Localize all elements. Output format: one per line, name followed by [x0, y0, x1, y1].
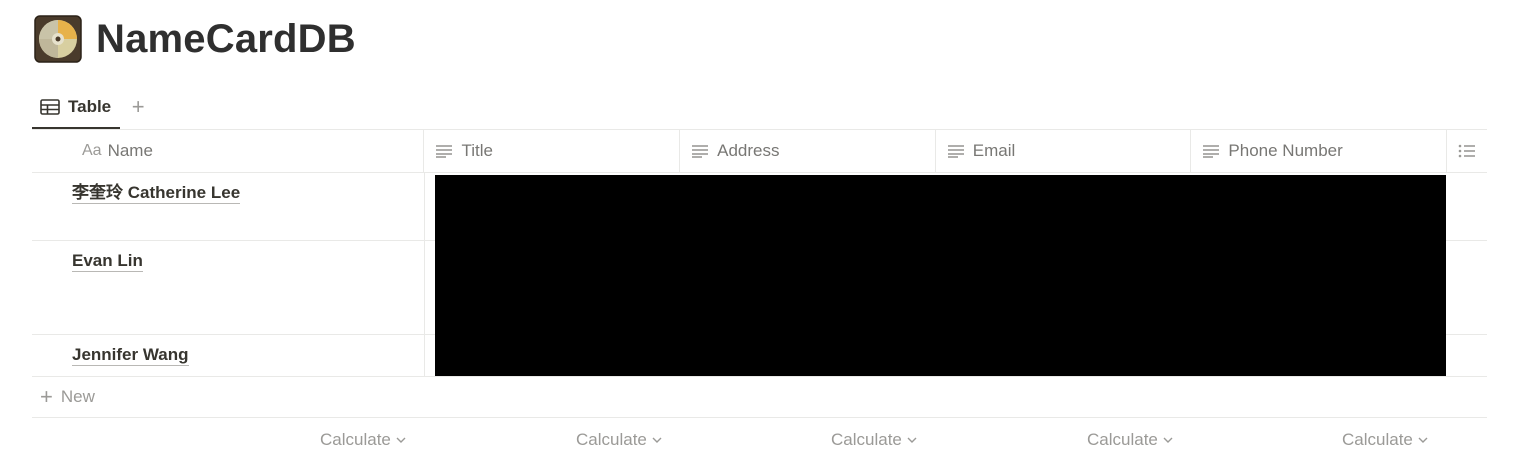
column-label: Email	[972, 141, 1016, 160]
text-lines-icon	[436, 145, 453, 158]
record-name[interactable]: Jennifer Wang	[72, 345, 189, 366]
calculate-label: Calculate	[1342, 430, 1413, 449]
calculate-row: Calculate Calculate Calculate Calculate …	[32, 418, 1487, 460]
plus-icon: +	[131, 94, 145, 119]
column-header-title[interactable]: Title	[424, 130, 681, 172]
tab-table[interactable]: Table	[32, 86, 121, 129]
column-header-email[interactable]: Email	[936, 130, 1192, 172]
cd-disc-icon[interactable]	[34, 15, 82, 63]
bulleted-list-icon	[1458, 144, 1476, 158]
column-label: Title	[461, 141, 493, 160]
record-name[interactable]: Evan Lin	[72, 251, 143, 272]
calculate-dropdown[interactable]: Calculate	[320, 430, 406, 450]
column-label: Name	[107, 141, 153, 160]
chevron-down-icon	[1163, 437, 1173, 443]
new-row-button[interactable]: + New	[32, 377, 1487, 418]
table-header: Aa Name Title Address Email Phone Number	[32, 129, 1487, 173]
database-table: Aa Name Title Address Email Phone Number…	[32, 129, 1487, 460]
calculate-dropdown[interactable]: Calculate	[1087, 430, 1173, 450]
calculate-label: Calculate	[576, 430, 647, 449]
name-cell[interactable]: Jennifer Wang	[32, 335, 425, 376]
record-name[interactable]: 李奎玲 Catherine Lee	[72, 183, 241, 204]
column-label: Address	[717, 141, 780, 160]
text-lines-icon	[692, 145, 709, 158]
new-row-label: New	[60, 387, 95, 406]
add-view-button[interactable]: +	[128, 94, 148, 119]
table-icon	[40, 99, 60, 115]
database-page: NameCardDB Table + Aa Name Title Address…	[0, 0, 1514, 474]
column-header-name[interactable]: Aa Name	[32, 130, 425, 172]
page-header: NameCardDB	[34, 14, 356, 64]
redacted-area	[435, 175, 1446, 376]
chevron-down-icon	[907, 437, 917, 443]
chevron-down-icon	[396, 437, 406, 443]
title-property-icon: Aa	[82, 142, 102, 159]
column-label: Phone Number	[1228, 141, 1343, 160]
text-lines-icon	[1203, 145, 1220, 158]
calculate-label: Calculate	[831, 430, 902, 449]
column-header-phone-number[interactable]: Phone Number	[1191, 130, 1448, 172]
calculate-dropdown[interactable]: Calculate	[576, 430, 662, 450]
name-cell[interactable]: 李奎玲 Catherine Lee	[32, 173, 425, 240]
page-title[interactable]: NameCardDB	[96, 17, 356, 62]
column-header-more[interactable]	[1447, 130, 1487, 172]
text-lines-icon	[947, 145, 964, 158]
chevron-down-icon	[1418, 437, 1428, 443]
chevron-down-icon	[652, 437, 662, 443]
calculate-dropdown[interactable]: Calculate	[831, 430, 917, 450]
calculate-label: Calculate	[320, 430, 391, 449]
calculate-label: Calculate	[1087, 430, 1158, 449]
tab-label: Table	[68, 97, 112, 116]
view-tabs: Table +	[32, 86, 148, 129]
calculate-dropdown[interactable]: Calculate	[1342, 430, 1428, 450]
plus-icon: +	[40, 384, 53, 409]
name-cell[interactable]: Evan Lin	[32, 241, 425, 334]
column-header-address[interactable]: Address	[680, 130, 936, 172]
